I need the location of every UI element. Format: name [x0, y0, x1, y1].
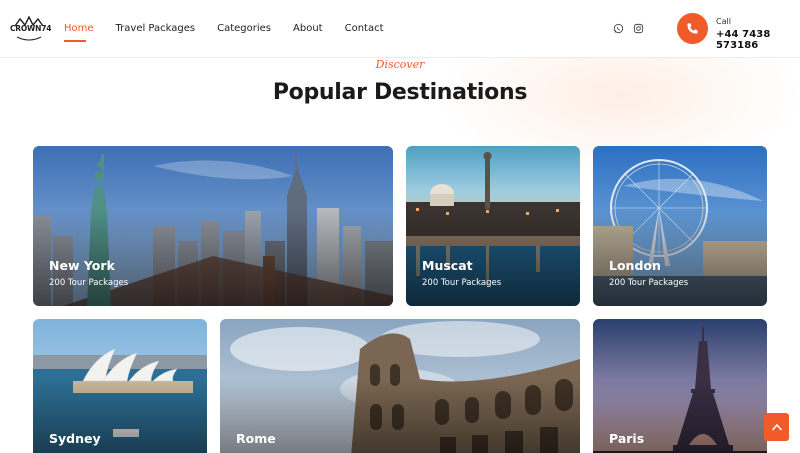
chevron-up-icon: [771, 423, 782, 431]
scroll-to-top-button[interactable]: [764, 413, 789, 441]
section-eyebrow: Discover: [375, 58, 425, 71]
nav-about[interactable]: About: [293, 23, 323, 45]
main-nav: Home Travel Packages Categories About Co…: [64, 23, 406, 45]
section-title: Popular Destinations: [272, 80, 528, 105]
call-label: Call: [716, 17, 731, 26]
instagram-icon[interactable]: [633, 23, 644, 34]
card-city-name: Sydney: [49, 431, 101, 446]
site-header: CROWN74 Home Travel Packages Categories …: [0, 0, 800, 58]
phone-icon: [687, 23, 698, 34]
card-package-count: 200 Tour Packages: [609, 278, 689, 288]
nav-travel-packages[interactable]: Travel Packages: [116, 23, 196, 45]
call-button[interactable]: [677, 13, 708, 44]
destination-card-london[interactable]: London 200 Tour Packages: [593, 146, 767, 306]
destination-card-paris[interactable]: Paris: [593, 319, 767, 453]
whatsapp-icon[interactable]: [613, 23, 624, 34]
nav-categories[interactable]: Categories: [217, 23, 271, 45]
logo-text: CROWN74: [10, 24, 52, 33]
destination-card-rome[interactable]: Rome: [220, 319, 580, 453]
card-package-count: 200 Tour Packages: [422, 278, 502, 288]
card-city-name: Paris: [609, 431, 645, 446]
nav-contact[interactable]: Contact: [345, 23, 384, 45]
nav-home[interactable]: Home: [64, 23, 94, 45]
card-city-name: New York: [49, 258, 115, 273]
destination-card-sydney[interactable]: Sydney: [33, 319, 207, 453]
phone-number[interactable]: +44 7438 573186: [716, 29, 800, 51]
destination-card-muscat[interactable]: Muscat 200 Tour Packages: [406, 146, 580, 306]
destination-card-new-york[interactable]: New York 200 Tour Packages: [33, 146, 393, 306]
card-city-name: London: [609, 258, 661, 273]
card-city-name: Rome: [236, 431, 276, 446]
card-city-name: Muscat: [422, 258, 473, 273]
card-package-count: 200 Tour Packages: [49, 278, 129, 288]
